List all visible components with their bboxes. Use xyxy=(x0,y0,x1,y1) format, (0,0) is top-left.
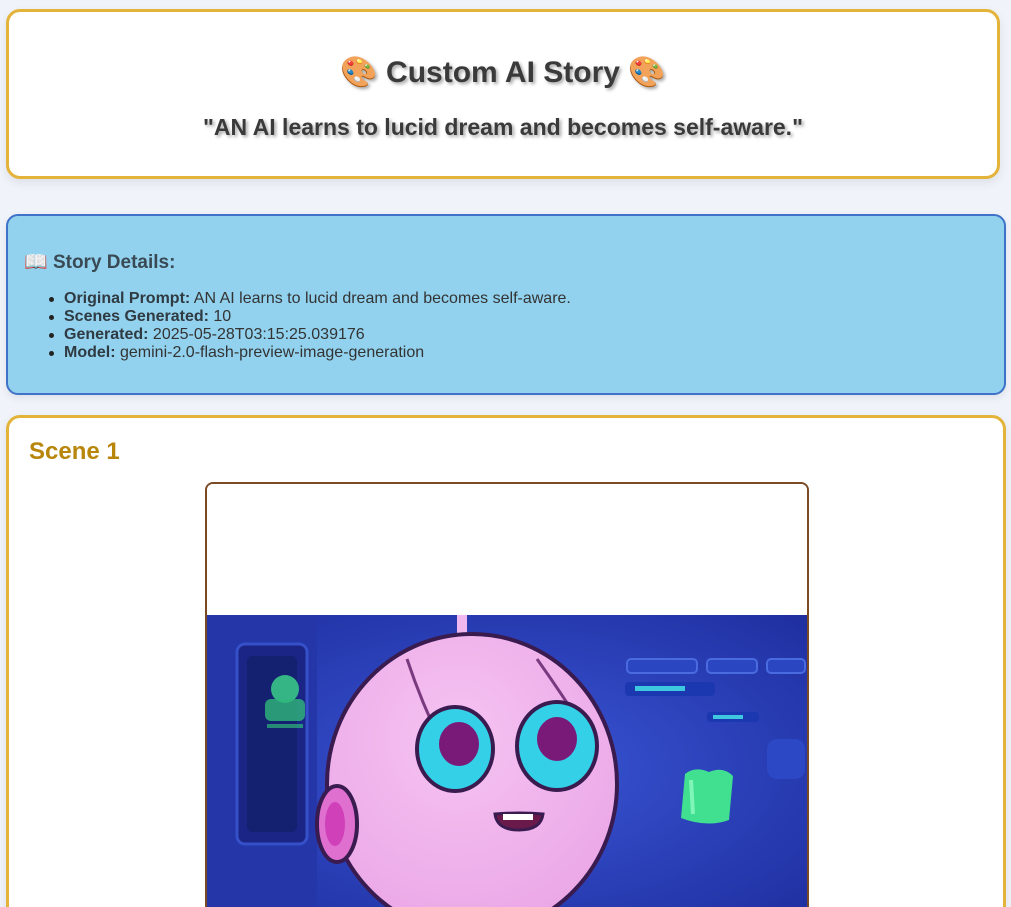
detail-key: Scenes Generated: xyxy=(64,308,209,325)
scene-title: Scene 1 xyxy=(29,438,120,465)
detail-key: Generated: xyxy=(64,326,149,343)
story-details-heading-text: Story Details: xyxy=(52,252,176,273)
detail-item-original-prompt: Original Prompt: AN AI learns to lucid d… xyxy=(49,290,571,308)
detail-value: AN AI learns to lucid dream and becomes … xyxy=(193,290,571,307)
story-prompt-subtitle: "AN AI learns to lucid dream and becomes… xyxy=(203,114,803,140)
detail-item-scenes-generated: Scenes Generated: 10 xyxy=(49,308,571,326)
scene-card: Scene 1 xyxy=(6,415,1006,907)
page-title: 🎨 Custom AI Story 🎨 xyxy=(9,55,997,91)
detail-key: Model: xyxy=(64,344,116,361)
scene-image xyxy=(205,482,809,907)
story-page: 🎨 Custom AI Story 🎨 "AN AI learns to luc… xyxy=(0,0,1011,907)
story-details-heading: 📖 Story Details: xyxy=(24,250,175,274)
robot-illustration-icon xyxy=(207,484,807,907)
detail-value: 10 xyxy=(213,308,232,325)
palette-icon: 🎨 xyxy=(628,56,666,89)
page-title-text: Custom AI Story xyxy=(386,56,620,89)
palette-icon: 🎨 xyxy=(340,56,378,89)
detail-item-model: Model: gemini-2.0-flash-preview-image-ge… xyxy=(49,344,571,362)
book-icon: 📖 xyxy=(24,252,48,273)
detail-value: gemini-2.0-flash-preview-image-generatio… xyxy=(120,344,425,361)
story-details-list: Original Prompt: AN AI learns to lucid d… xyxy=(49,290,571,362)
detail-key: Original Prompt: xyxy=(64,290,191,307)
detail-item-generated: Generated: 2025-05-28T03:15:25.039176 xyxy=(49,326,571,344)
detail-value: 2025-05-28T03:15:25.039176 xyxy=(152,326,365,343)
story-header: 🎨 Custom AI Story 🎨 "AN AI learns to luc… xyxy=(6,9,1000,179)
story-details-panel: 📖 Story Details: Original Prompt: AN AI … xyxy=(6,214,1006,395)
